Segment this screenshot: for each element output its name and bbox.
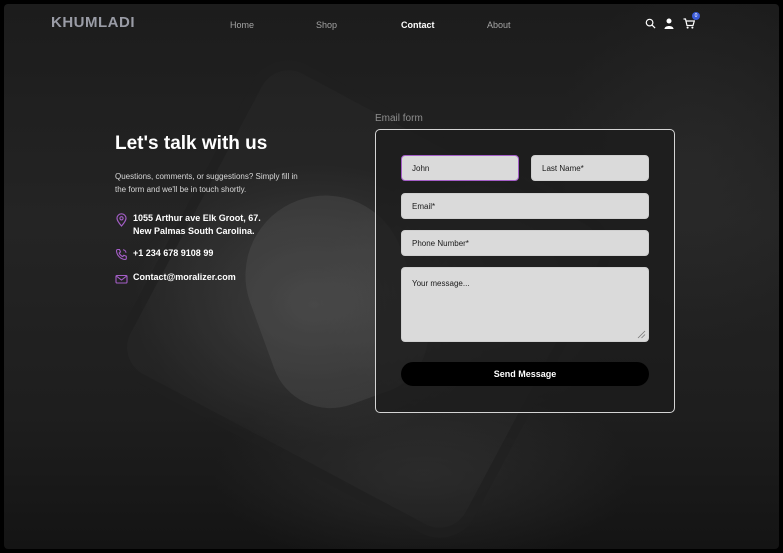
first-name-field[interactable] — [401, 155, 519, 181]
email-field[interactable] — [401, 193, 649, 219]
form-caption: Email form — [375, 113, 423, 124]
cart-icon[interactable]: 0 — [682, 12, 700, 30]
resize-handle-icon[interactable] — [636, 329, 646, 339]
user-icon[interactable] — [662, 16, 676, 30]
page-title: Let's talk with us — [115, 133, 268, 154]
send-message-button[interactable]: Send Message — [401, 362, 649, 386]
site-logo[interactable]: KHUMLADI — [51, 14, 135, 31]
message-field[interactable] — [401, 267, 649, 342]
address-line-2: New Palmas South Carolina. — [133, 226, 255, 236]
nav-home[interactable]: Home — [230, 20, 254, 30]
mail-icon — [115, 272, 128, 285]
location-pin-icon — [115, 213, 128, 227]
search-icon[interactable] — [643, 16, 657, 30]
email-row: Contact@moralizer.com — [115, 271, 236, 285]
contact-email[interactable]: Contact@moralizer.com — [133, 271, 236, 284]
nav-shop[interactable]: Shop — [316, 20, 337, 30]
phone-field[interactable] — [401, 230, 649, 256]
phone-row: +1 234 678 9108 99 — [115, 247, 213, 261]
cart-count-badge: 0 — [692, 12, 700, 20]
address-line-1: 1055 Arthur ave Elk Groot, 67. — [133, 213, 261, 223]
nav-about[interactable]: About — [487, 20, 511, 30]
intro-text: Questions, comments, or suggestions? Sim… — [115, 172, 298, 194]
address-row: 1055 Arthur ave Elk Groot, 67. New Palma… — [115, 212, 261, 238]
nav-contact[interactable]: Contact — [401, 20, 435, 30]
last-name-field[interactable] — [531, 155, 649, 181]
phone-number[interactable]: +1 234 678 9108 99 — [133, 247, 213, 260]
phone-icon — [115, 248, 128, 261]
